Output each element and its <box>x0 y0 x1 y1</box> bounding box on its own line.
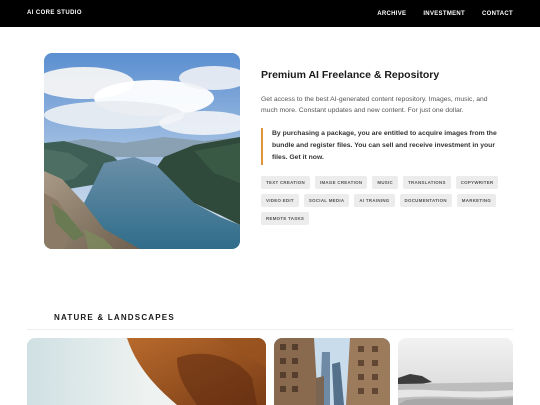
gallery-thumbnail-city[interactable] <box>274 338 390 405</box>
tag-translations[interactable]: TRANSLATIONS <box>403 175 451 189</box>
hero-landscape-image <box>44 53 240 249</box>
tag-documentation[interactable]: DOCUMENTATION <box>399 193 452 207</box>
tag-music[interactable]: MUSIC <box>372 175 399 189</box>
tag-social-media[interactable]: SOCIAL MEDIA <box>303 193 350 207</box>
tag-copywriter[interactable]: COPYWRITER <box>455 175 499 189</box>
tag-ai-training[interactable]: AI TRAINING <box>354 193 395 207</box>
tag-list: TEXT CREATION IMAGE CREATION MUSIC TRANS… <box>261 175 499 225</box>
nav-archive-link[interactable]: ARCHIVE <box>377 11 406 17</box>
nav-investment-link[interactable]: INVESTMENT <box>423 11 465 17</box>
top-navbar: AI CORE STUDIO ARCHIVE INVESTMENT CONTAC… <box>0 0 540 27</box>
tag-marketing[interactable]: MARKETING <box>456 193 497 207</box>
gallery-thumbnail-portrait[interactable] <box>27 338 266 405</box>
nav-links: ARCHIVE INVESTMENT CONTACT <box>377 11 513 17</box>
gallery-section-title: NATURE & LANDSCAPES <box>54 313 175 322</box>
product-info: Premium AI Freelance & Repository Get ac… <box>261 68 499 225</box>
tag-image-creation[interactable]: IMAGE CREATION <box>314 175 368 189</box>
tag-remote-tasks[interactable]: REMOTE TASKS <box>261 211 310 225</box>
nav-contact-link[interactable]: CONTACT <box>482 11 513 17</box>
product-title: Premium AI Freelance & Repository <box>261 69 440 81</box>
highlight-quote: By purchasing a package, you are entitle… <box>261 128 499 165</box>
tag-video-edit[interactable]: VIDEO EDIT <box>261 193 299 207</box>
product-description: Get access to the best AI-generated cont… <box>261 96 488 114</box>
gallery-thumbnail-beach[interactable] <box>398 338 513 405</box>
tag-text-creation[interactable]: TEXT CREATION <box>261 175 310 189</box>
brand-logo[interactable]: AI CORE STUDIO <box>27 10 82 16</box>
section-divider <box>27 329 513 330</box>
